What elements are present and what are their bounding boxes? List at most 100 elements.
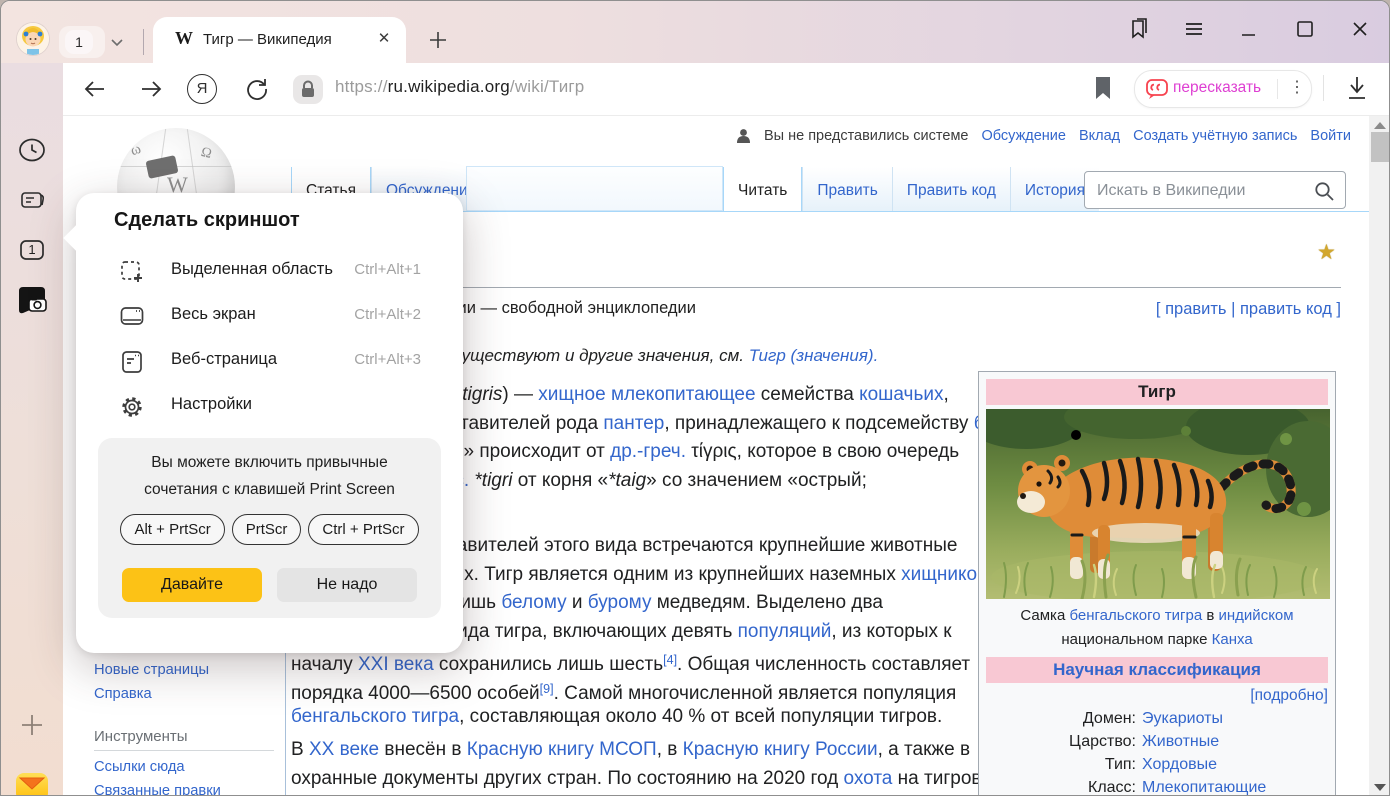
account-link[interactable]: Войти xyxy=(1310,128,1351,144)
taxobox-details-link[interactable]: [подробно] xyxy=(986,687,1328,705)
downloads-button[interactable] xyxy=(1343,73,1371,103)
classification-value-link[interactable]: Животные xyxy=(1142,730,1219,753)
account-link[interactable]: Обсуждение xyxy=(981,128,1065,144)
wiki-link[interactable]: кошачьих xyxy=(859,384,943,405)
text-span: сохранились лишь шесть xyxy=(434,654,664,675)
search-icon[interactable] xyxy=(1313,180,1335,202)
browser-tab-active[interactable]: W Тигр — Википедия ✕ xyxy=(153,17,406,63)
wiki-tab-читать[interactable]: Читать xyxy=(723,167,802,212)
chevron-down-icon[interactable] xyxy=(109,34,125,50)
wiki-link[interactable]: бурому xyxy=(588,592,652,613)
screenshot-menu-item-2[interactable]: Весь экранCtrl+Alt+2 xyxy=(100,294,439,338)
settings-gear-icon xyxy=(119,394,145,420)
maximize-button[interactable] xyxy=(1291,15,1319,43)
yandex-mail-button[interactable] xyxy=(14,769,50,796)
account-link[interactable]: Вклад xyxy=(1079,128,1120,144)
text-span: медведям. Выделено два xyxy=(651,592,882,613)
screenshot-menu-item-4[interactable]: Настройки xyxy=(100,384,439,428)
site-security-badge[interactable] xyxy=(293,75,323,104)
wiki-link[interactable]: др.-греч. xyxy=(610,441,686,462)
address-bar-url[interactable]: https://ru.wikipedia.org/wiki/Тигр xyxy=(335,77,584,97)
tabs-counter-button[interactable]: 1 xyxy=(18,236,46,264)
new-tab-button[interactable] xyxy=(425,27,451,53)
wiki-link[interactable]: индийском xyxy=(1219,607,1294,624)
retell-more-icon[interactable]: ⋮ xyxy=(1289,77,1305,97)
classification-value-link[interactable]: Эукариоты xyxy=(1142,707,1223,730)
close-window-button[interactable] xyxy=(1346,15,1374,43)
wiki-link[interactable]: бенгальского тигра xyxy=(291,706,459,727)
wiki-link[interactable]: XXI века xyxy=(358,654,434,675)
wiki-link[interactable]: популяций xyxy=(738,621,832,642)
classification-value-link[interactable]: Хордовые xyxy=(1142,753,1217,776)
sidebar-tool-link[interactable]: Связанные правки xyxy=(94,783,221,796)
text-span: национальном парке xyxy=(1061,631,1211,648)
wiki-link[interactable]: Канха xyxy=(1212,631,1253,648)
notes-panel-button[interactable] xyxy=(18,186,46,214)
bookmark-page-button[interactable] xyxy=(1091,75,1115,101)
profile-avatar[interactable] xyxy=(17,23,49,55)
text-span: , составляющая около 40 % от всей популя… xyxy=(459,706,942,727)
classification-label: Домен: xyxy=(986,707,1136,730)
tab-close-icon[interactable]: ✕ xyxy=(374,29,394,49)
reload-button[interactable] xyxy=(243,75,271,103)
wiki-link[interactable]: бенгальского тигра xyxy=(1069,607,1202,624)
wiki-link[interactable]: Красную книгу России xyxy=(683,739,878,760)
wiki-link[interactable]: XX веке xyxy=(309,739,379,760)
browser-menu-button[interactable] xyxy=(1180,15,1208,43)
forward-button[interactable] xyxy=(137,75,165,103)
printscreen-hint-card: Вы можете включить привычные сочетания с… xyxy=(98,438,441,618)
screenshot-menu-item-1[interactable]: Выделенная областьCtrl+Alt+1 xyxy=(100,249,439,293)
wiki-tab-править[interactable]: Править xyxy=(802,167,891,212)
screenshot-tool-button[interactable] xyxy=(15,283,49,317)
screenshot-menu-item-3[interactable]: Веб-страницаCtrl+Alt+3 xyxy=(100,339,439,383)
wiki-link[interactable]: охота xyxy=(844,768,893,789)
sidebar-tools-rule xyxy=(94,750,274,751)
hint-text-line1: Вы можете включить привычные xyxy=(98,454,441,472)
wiki-tab-править-код[interactable]: Править код xyxy=(892,167,1010,212)
sidebar-link[interactable]: Справка xyxy=(94,686,152,702)
history-clock-icon xyxy=(18,136,46,164)
tab-count-badge[interactable]: 1 xyxy=(65,30,93,54)
wiki-link[interactable]: млекопитающее xyxy=(611,384,756,405)
taxobox-classification-header[interactable]: Научная классификация xyxy=(986,657,1328,683)
wiki-link[interactable]: хищное xyxy=(538,384,605,405)
sidebar-link[interactable]: Новые страницы xyxy=(94,662,209,678)
rail-tab-count: 1 xyxy=(18,242,46,257)
wiki-link[interactable]: хищников xyxy=(901,564,987,585)
back-button[interactable] xyxy=(81,75,109,103)
wiki-link[interactable]: Красную книгу МСОП xyxy=(467,739,657,760)
wiki-search-input[interactable] xyxy=(1095,178,1309,204)
sidebar-tool-link[interactable]: Ссылки сюда xyxy=(94,759,185,775)
history-button[interactable] xyxy=(18,136,46,164)
tab-title: Тигр — Википедия xyxy=(203,31,332,48)
wiki-link[interactable]: [4] xyxy=(663,653,677,667)
scroll-up-arrow[interactable] xyxy=(1374,122,1386,129)
featured-article-star-icon[interactable]: ★ xyxy=(1317,240,1336,265)
section-edit-links[interactable]: [ править | править код ] xyxy=(1156,300,1341,319)
tiger-photo[interactable] xyxy=(986,409,1330,599)
wiki-link[interactable]: Тигр (значения). xyxy=(749,346,879,365)
scroll-down-arrow[interactable] xyxy=(1374,784,1386,791)
scrollbar-thumb[interactable] xyxy=(1371,132,1389,162)
page-scrollbar[interactable] xyxy=(1369,116,1390,796)
decline-shortcuts-button[interactable]: Не надо xyxy=(277,568,417,602)
bookmarks-panel-button[interactable] xyxy=(1123,15,1151,43)
retell-button[interactable]: пересказать ⋮ xyxy=(1134,70,1312,108)
bookmarks-panel-icon xyxy=(1123,15,1151,43)
yandex-search-button[interactable]: Я xyxy=(187,74,217,104)
tab-group-chip[interactable]: 1 xyxy=(59,26,105,58)
wiki-link[interactable]: [9] xyxy=(540,682,554,696)
browser-side-rail: 1 ••• xyxy=(1,63,63,796)
download-icon xyxy=(1343,73,1371,103)
rail-add-button[interactable] xyxy=(18,711,46,739)
account-link[interactable]: Создать учётную запись xyxy=(1133,128,1297,144)
minimize-button[interactable] xyxy=(1235,15,1263,43)
accept-shortcuts-button[interactable]: Давайте xyxy=(122,568,262,602)
wiki-link[interactable]: пантер xyxy=(603,413,664,434)
avatar-girl-icon xyxy=(17,23,49,55)
article-line: порядка 4000—6500 особей[9]. Самой много… xyxy=(291,675,992,704)
classification-value-link[interactable]: Млекопитающие xyxy=(1142,776,1266,796)
screenshot-camera-icon xyxy=(15,283,49,317)
wiki-link[interactable]: белому xyxy=(501,592,566,613)
tabstrip-separator xyxy=(143,29,144,55)
